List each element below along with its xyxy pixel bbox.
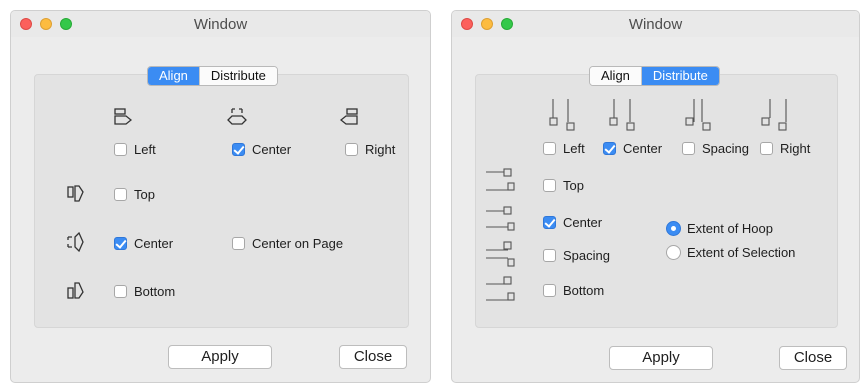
align-bottom-checkbox[interactable]: [114, 285, 127, 298]
extent-of-hoop-label: Extent of Hoop: [687, 221, 773, 236]
distribute-spacing-h-label: Spacing: [702, 141, 749, 156]
align-top-icon: [66, 184, 86, 204]
apply-button[interactable]: Apply: [609, 346, 713, 370]
distribute-center-h-label: Center: [623, 141, 663, 156]
mode-segmented-control: Align Distribute: [147, 66, 278, 86]
titlebar: Window: [452, 11, 859, 37]
align-right-icon: [340, 107, 360, 127]
align-center-h-icon: [227, 107, 247, 127]
window-title: Window: [628, 16, 683, 33]
align-left-icon: [112, 107, 132, 127]
window-title: Window: [193, 16, 248, 33]
align-center-v-label: Center: [134, 236, 174, 251]
distribute-top-label: Top: [563, 178, 584, 193]
align-center-v-icon: [66, 232, 86, 252]
titlebar: Window: [11, 11, 430, 37]
distribute-left-label: Left: [563, 141, 585, 156]
distribute-spacing-h-checkbox[interactable]: [682, 142, 695, 155]
distribute-top-checkbox[interactable]: [543, 179, 556, 192]
distribute-bottom-checkbox[interactable]: [543, 284, 556, 297]
distribute-left-checkbox[interactable]: [543, 142, 556, 155]
align-bottom-icon: [66, 281, 86, 301]
tab-distribute[interactable]: Distribute: [198, 67, 277, 85]
distribute-spacing-v-label: Spacing: [563, 248, 610, 263]
align-bottom-label: Bottom: [134, 284, 176, 299]
extent-of-hoop-radio[interactable]: [666, 221, 681, 236]
distribute-spacing-v-checkbox[interactable]: [543, 249, 556, 262]
distribute-center-v-label: Center: [563, 215, 603, 230]
distribute-spacing-v-icon: [485, 241, 515, 267]
align-right-checkbox[interactable]: [345, 143, 358, 156]
distribute-right-label: Right: [780, 141, 811, 156]
align-left-label: Left: [134, 142, 156, 157]
distribute-right-checkbox[interactable]: [760, 142, 773, 155]
distribute-spacing-h-icon: [685, 98, 715, 132]
distribute-top-icon: [485, 168, 515, 194]
align-center-v-checkbox[interactable]: [114, 237, 127, 250]
align-center-h-label: Center: [252, 142, 292, 157]
distribute-bottom-label: Bottom: [563, 283, 605, 298]
align-left-checkbox[interactable]: [114, 143, 127, 156]
distribute-center-v-checkbox[interactable]: [543, 216, 556, 229]
close-button[interactable]: Close: [779, 346, 847, 370]
tab-align[interactable]: Align: [148, 67, 199, 85]
align-right-label: Right: [365, 142, 396, 157]
mode-segmented-control: Align Distribute: [589, 66, 720, 86]
distribute-center-h-icon: [609, 98, 639, 132]
tab-align[interactable]: Align: [590, 67, 641, 85]
align-top-checkbox[interactable]: [114, 188, 127, 201]
align-window: Window Align Distribute Left Center Righ…: [10, 10, 431, 383]
close-button[interactable]: Close: [339, 345, 407, 369]
align-center-h-checkbox[interactable]: [232, 143, 245, 156]
extent-of-selection-radio[interactable]: [666, 245, 681, 260]
extent-of-selection-label: Extent of Selection: [687, 245, 796, 260]
distribute-bottom-icon: [485, 276, 515, 302]
apply-button[interactable]: Apply: [168, 345, 272, 369]
align-top-label: Top: [134, 187, 155, 202]
distribute-right-icon: [761, 98, 791, 132]
center-on-page-label: Center on Page: [252, 236, 344, 251]
distribute-center-h-checkbox[interactable]: [603, 142, 616, 155]
distribute-window: Window Align Distribute Left Center Spac…: [451, 10, 860, 383]
distribute-left-icon: [549, 98, 579, 132]
distribute-center-v-icon: [485, 206, 515, 232]
tab-distribute[interactable]: Distribute: [640, 67, 719, 85]
center-on-page-checkbox[interactable]: [232, 237, 245, 250]
